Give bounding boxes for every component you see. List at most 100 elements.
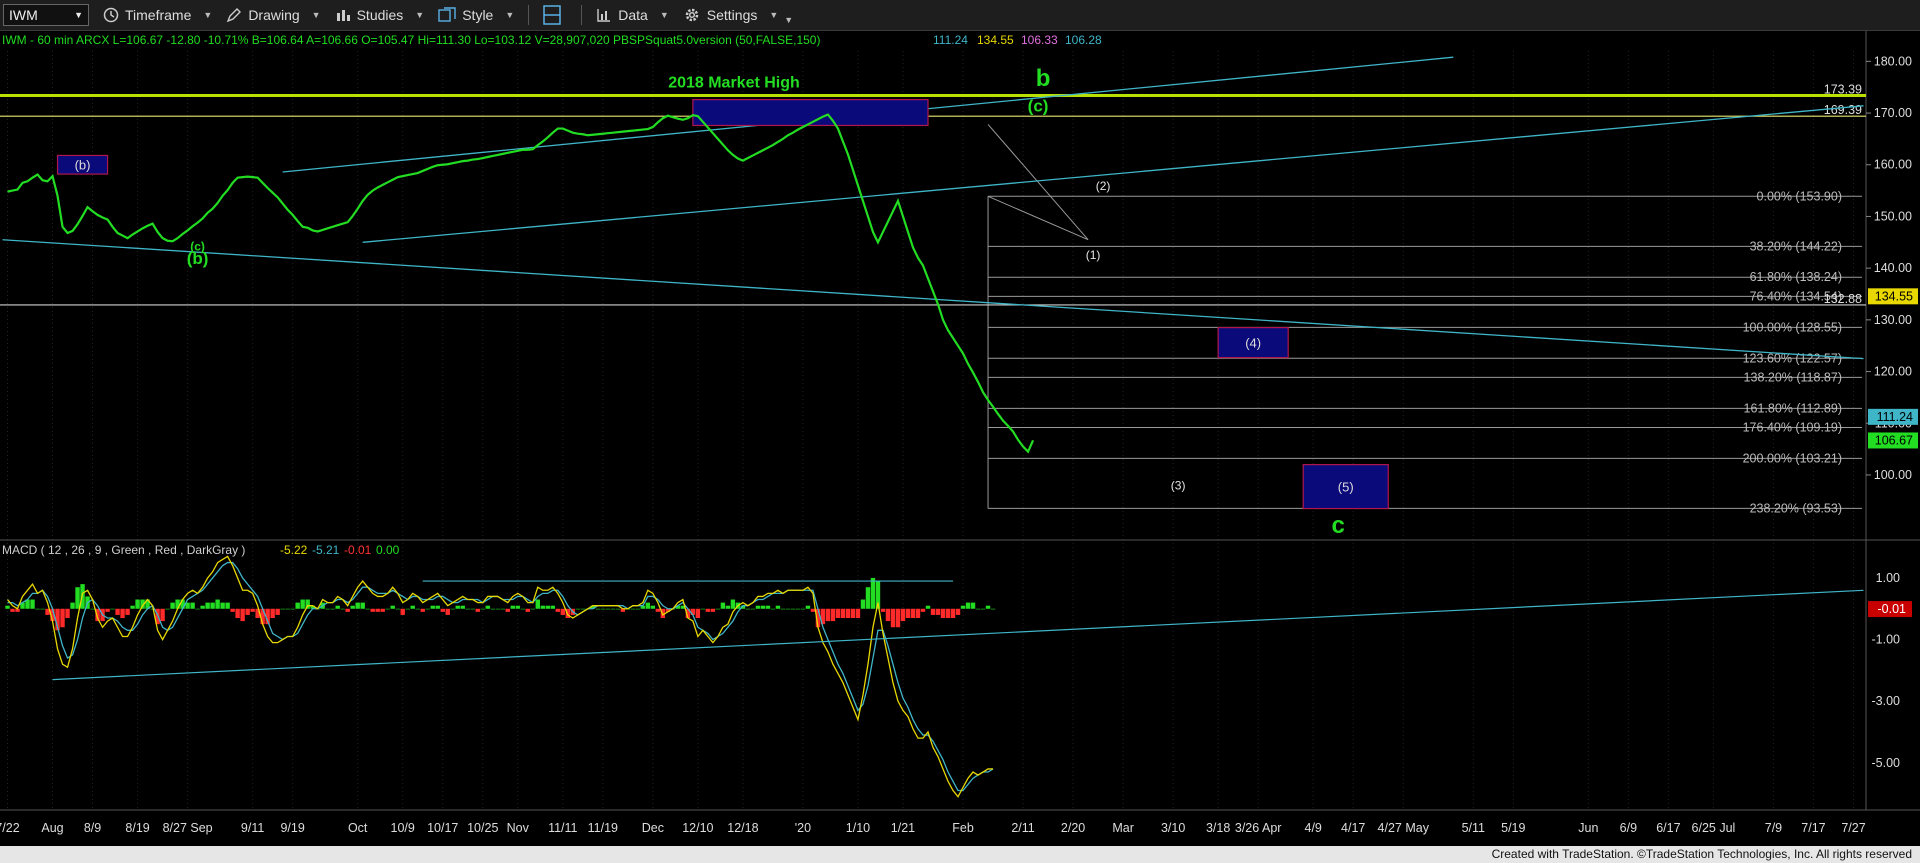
x-tick-label: Mar: [1112, 821, 1134, 835]
horizontal-level-label: 132.88: [1824, 292, 1862, 306]
wave-label: (1): [1086, 248, 1101, 262]
macd-histogram-bar: [495, 608, 500, 610]
macd-histogram-bar: [960, 605, 966, 609]
y-tick-label: 130.00: [1874, 313, 1912, 327]
x-tick-label: 11/19: [588, 821, 618, 835]
x-tick-label: 6/25 Jul: [1692, 821, 1736, 835]
macd-histogram-bar: [920, 608, 926, 612]
macd-histogram-bar: [760, 605, 766, 609]
macd-histogram-bar: [115, 608, 120, 615]
macd-histogram-bar: [400, 608, 405, 615]
macd-histogram-bar: [480, 608, 485, 610]
x-tick-label: 6/17: [1656, 821, 1680, 835]
macd-histogram-bar: [950, 608, 956, 619]
macd-histogram-bar: [500, 608, 505, 610]
macd-histogram-bar: [200, 605, 205, 609]
x-tick-label: 8/19: [125, 821, 149, 835]
macd-histogram-bar: [410, 605, 415, 609]
macd-histogram-bar: [985, 605, 991, 609]
macd-histogram-bar: [610, 608, 616, 610]
x-tick-label: 3/26 Apr: [1235, 821, 1282, 835]
drawing-button[interactable]: Drawing ▼: [226, 0, 321, 30]
y-tick-label: 140.00: [1874, 261, 1912, 275]
study-value: 111.24: [933, 33, 968, 47]
macd-histogram-bar: [655, 608, 661, 612]
macd-histogram-bar: [555, 608, 560, 612]
symbol-box[interactable]: IWM ▼: [3, 4, 89, 26]
macd-histogram-bar: [335, 605, 340, 609]
macd-histogram-bar: [510, 605, 515, 609]
studies-button[interactable]: Studies ▼: [335, 0, 425, 30]
macd-histogram-bar: [205, 602, 210, 609]
macd-histogram-bar: [235, 608, 240, 619]
macd-histogram-bar: [600, 608, 606, 610]
macd-histogram-bar: [290, 608, 295, 610]
y-tick-label: 160.00: [1874, 158, 1912, 172]
macd-histogram-bar: [715, 608, 721, 610]
macd-histogram-bar: [490, 608, 495, 610]
style-icon: [438, 7, 456, 22]
macd-histogram-bar: [425, 608, 430, 610]
macd-histogram-bar: [350, 605, 355, 609]
macd-histogram-bar: [35, 608, 40, 610]
macd-histogram-bar: [770, 608, 776, 610]
footer: Created with TradeStation. ©TradeStation…: [0, 846, 1920, 863]
caret-down-icon: ▼: [415, 10, 425, 20]
macd-histogram-bar: [470, 608, 475, 610]
y-tick-label: 170.00: [1874, 106, 1912, 120]
macd-histogram-bar: [560, 608, 566, 615]
macd-histogram-bar: [860, 599, 866, 609]
macd-header-value: 0.00: [376, 543, 400, 557]
caret-down-icon: ▼: [203, 10, 213, 20]
macd-histogram-bar: [580, 608, 586, 610]
macd-histogram-bar: [450, 608, 455, 610]
data-button[interactable]: Data ▼: [596, 0, 669, 30]
macd-histogram-bar: [535, 599, 540, 609]
macd-histogram-bar: [845, 608, 851, 619]
macd-histogram-bar: [180, 599, 185, 609]
settings-button[interactable]: Settings ▼: [683, 0, 778, 30]
macd-histogram-bar: [275, 608, 280, 615]
macd-histogram-bar: [245, 608, 250, 615]
macd-tick-label: -5.00: [1872, 756, 1901, 770]
macd-histogram-bar: [75, 587, 80, 609]
toolbar-overflow-icon[interactable]: ▼: [784, 15, 793, 25]
style-button[interactable]: Style ▼: [438, 0, 514, 30]
macd-histogram-bar: [355, 602, 360, 609]
wave-label: (c): [1028, 96, 1049, 115]
symbol-input[interactable]: IWM: [9, 7, 38, 23]
layout-button[interactable]: [543, 0, 567, 30]
wave-label: c: [1332, 512, 1345, 539]
x-tick-label: 2/20: [1061, 821, 1085, 835]
macd-histogram-bar: [390, 605, 395, 609]
macd-histogram-bar: [395, 608, 400, 610]
x-tick-label: 4/27 May: [1378, 821, 1430, 835]
macd-histogram-bar: [800, 608, 806, 610]
x-tick-label: 7/22: [0, 821, 20, 835]
window-layout-icon: [543, 5, 562, 25]
macd-histogram-bar: [745, 608, 751, 610]
y-tick-label: 120.00: [1874, 365, 1912, 379]
x-tick-label: 4/9: [1305, 821, 1322, 835]
last-price-tag-label: 106.67: [1875, 433, 1913, 447]
copyright-text: Created with TradeStation. ©TradeStation…: [1491, 847, 1912, 861]
macd-histogram-bar: [975, 608, 981, 610]
timeframe-button[interactable]: Timeframe ▼: [103, 0, 212, 30]
x-tick-label: 10/9: [391, 821, 415, 835]
x-tick-label: 3/10: [1161, 821, 1185, 835]
x-tick-label: Feb: [952, 821, 974, 835]
chevron-down-icon[interactable]: ▼: [74, 10, 83, 20]
macd-histogram-bar: [65, 608, 70, 619]
macd-histogram-bar: [915, 608, 921, 619]
macd-histogram-bar: [170, 602, 175, 609]
macd-histogram-bar: [340, 608, 345, 610]
x-tick-label: Aug: [41, 821, 63, 835]
macd-histogram-bar: [30, 599, 35, 609]
macd-histogram-bar: [295, 602, 300, 609]
target-zone-label: (b): [75, 158, 91, 173]
macd-histogram-bar: [825, 608, 831, 622]
macd-histogram-bar: [460, 605, 465, 609]
macd-histogram-bar: [935, 608, 941, 615]
x-tick-label: 7/17: [1801, 821, 1825, 835]
x-tick-label: 1/10: [846, 821, 870, 835]
